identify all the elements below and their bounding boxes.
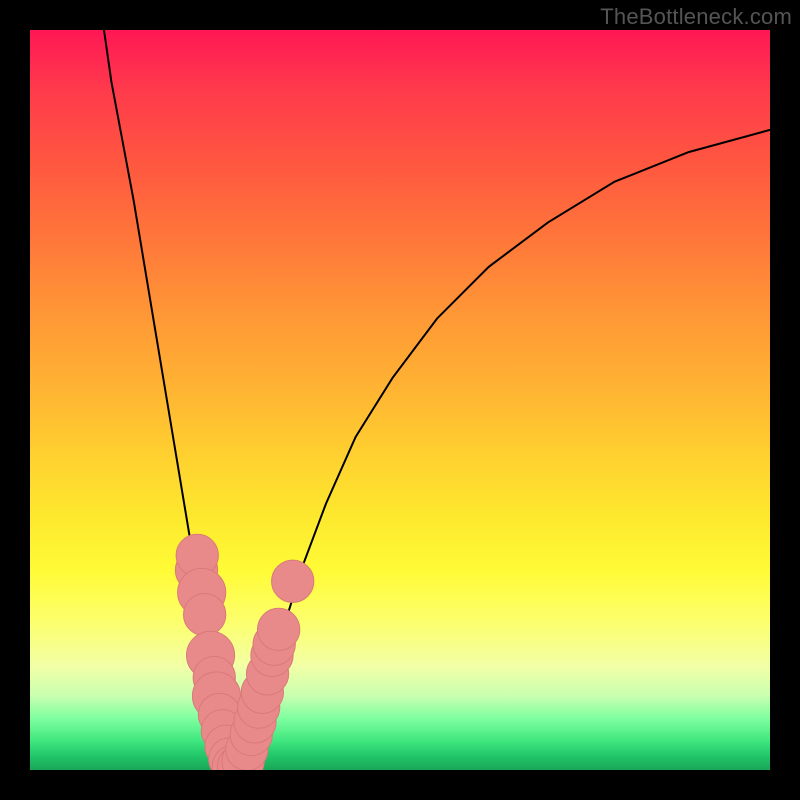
chart-svg (30, 30, 770, 770)
chart-frame: TheBottleneck.com (0, 0, 800, 800)
plot-area (30, 30, 770, 770)
data-point (272, 560, 314, 602)
curve-right-branch (240, 130, 770, 768)
data-point (183, 593, 225, 635)
data-point (257, 608, 299, 650)
watermark-text: TheBottleneck.com (600, 4, 792, 30)
scatter-layer (175, 534, 314, 770)
